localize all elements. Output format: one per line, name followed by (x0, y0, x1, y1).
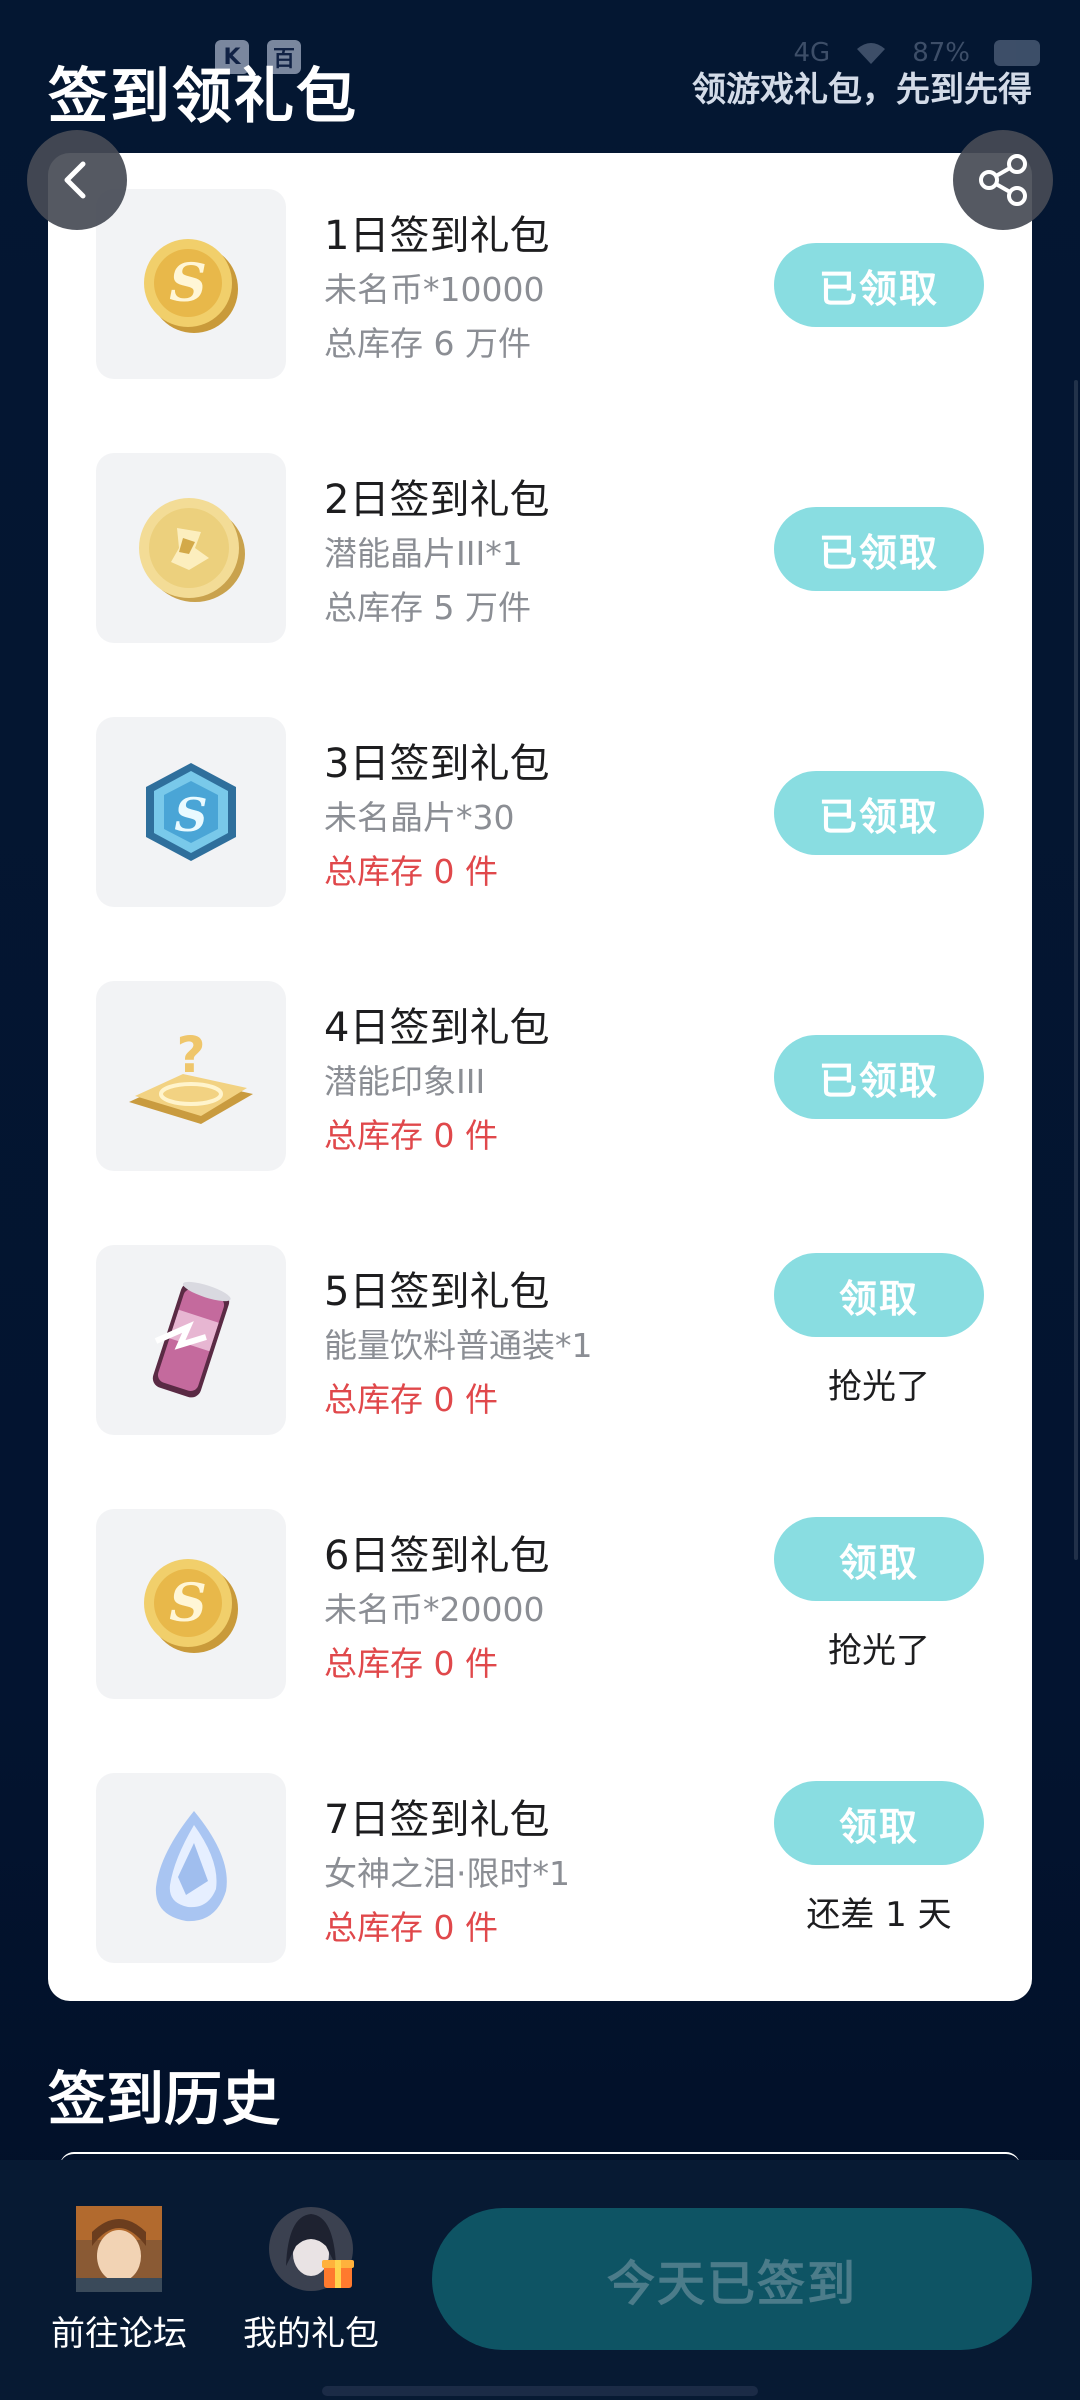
gift-row-day4: ? 4日签到礼包 潜能印象III 总库存 0 件 已领取 (48, 945, 1032, 1209)
gift-row-day6: S 6日签到礼包 未名币*20000 总库存 0 件 领取 抢光了 (48, 1473, 1032, 1737)
my-gifts-nav-button[interactable]: 我的礼包 (236, 2206, 386, 2355)
app-screen: K 百 4G 87% 签到领礼包 领游戏礼包，先到先得 S 1日签到礼包 未名币… (0, 0, 1080, 2400)
gift-title: 1日签到礼包 (324, 213, 550, 259)
gift-stock: 总库存 0 件 (324, 1908, 498, 1947)
gift-title: 3日签到礼包 (324, 741, 550, 787)
chevron-left-icon (64, 161, 86, 199)
claim-button[interactable]: 领取 (774, 1781, 984, 1865)
home-indicator[interactable] (322, 2386, 758, 2396)
svg-text:S: S (174, 788, 207, 842)
gift-note: 还差 1 天 (806, 1895, 952, 1935)
gift-content: 潜能晶片III*1 (324, 534, 523, 573)
gift-title: 6日签到礼包 (324, 1533, 550, 1579)
gift-row-day5: 5日签到礼包 能量饮料普通装*1 总库存 0 件 领取 抢光了 (48, 1209, 1032, 1473)
my-gifts-avatar-icon (268, 2206, 354, 2292)
scrollbar[interactable] (1074, 380, 1078, 1560)
gift-row-day3: S 3日签到礼包 未名晶片*30 总库存 0 件 已领取 (48, 681, 1032, 945)
my-gifts-label: 我的礼包 (243, 2314, 379, 2354)
gift-stock: 总库存 0 件 (324, 852, 498, 891)
gold-chip-coin-icon (139, 498, 245, 602)
page-title: 签到领礼包 (48, 62, 358, 132)
share-button[interactable] (953, 130, 1053, 230)
svg-text:?: ? (176, 1026, 205, 1084)
gift-stock: 总库存 0 件 (324, 1116, 498, 1155)
gift-title: 7日签到礼包 (324, 1797, 550, 1843)
svg-text:S: S (169, 253, 207, 314)
gift-note: 抢光了 (828, 1631, 930, 1671)
gift-title: 4日签到礼包 (324, 1005, 550, 1051)
gift-content: 能量饮料普通装*1 (324, 1326, 593, 1365)
gift-thumb: S (96, 717, 286, 907)
gift-stock: 总库存 6 万件 (324, 324, 531, 363)
forum-avatar-icon (76, 2206, 162, 2292)
gift-title: 2日签到礼包 (324, 477, 550, 523)
claimed-button[interactable]: 已领取 (774, 507, 984, 591)
crystal-tear-icon (155, 1811, 227, 1922)
gift-content: 潜能印象III (324, 1062, 486, 1101)
gift-row-day1: S 1日签到礼包 未名币*10000 总库存 6 万件 已领取 (48, 153, 1032, 417)
blue-hexagon-chip-icon: S (146, 763, 236, 861)
signed-today-button[interactable]: 今天已签到 (432, 2208, 1032, 2350)
gift-content: 未名晶片*30 (324, 798, 515, 837)
forum-label: 前往论坛 (51, 2314, 187, 2354)
gift-list-card: S 1日签到礼包 未名币*10000 总库存 6 万件 已领取 2日签到礼包 潜… (48, 153, 1032, 2001)
gift-thumb (96, 453, 286, 643)
claimed-button[interactable]: 已领取 (774, 771, 984, 855)
energy-drink-can-icon (152, 1281, 231, 1398)
page-subtitle: 领游戏礼包，先到先得 (692, 70, 1032, 110)
share-icon (979, 154, 1027, 206)
gold-coin-icon: S (144, 1559, 238, 1653)
gift-title: 5日签到礼包 (324, 1269, 550, 1315)
forum-nav-button[interactable]: 前往论坛 (44, 2206, 194, 2355)
gift-stock: 总库存 0 件 (324, 1644, 498, 1683)
gift-content: 未名币*20000 (324, 1590, 545, 1629)
claim-button[interactable]: 领取 (774, 1253, 984, 1337)
back-button[interactable] (27, 130, 127, 230)
claimed-button[interactable]: 已领取 (774, 243, 984, 327)
claim-button[interactable]: 领取 (774, 1517, 984, 1601)
gift-note: 抢光了 (828, 1367, 930, 1407)
gift-row-day2: 2日签到礼包 潜能晶片III*1 总库存 5 万件 已领取 (48, 417, 1032, 681)
gift-stock: 总库存 0 件 (324, 1380, 498, 1419)
gift-thumb: ? (96, 981, 286, 1171)
golden-question-plate-icon: ? (129, 1026, 253, 1124)
gift-thumb: S (96, 1509, 286, 1699)
svg-text:S: S (169, 1573, 207, 1634)
gift-thumb (96, 1773, 286, 1963)
gift-content: 未名币*10000 (324, 270, 545, 309)
gift-thumb: S (96, 189, 286, 379)
gift-stock: 总库存 5 万件 (324, 588, 531, 627)
gift-row-day7: 7日签到礼包 女神之泪·限时*1 总库存 0 件 领取 还差 1 天 (48, 1737, 1032, 2001)
claimed-button[interactable]: 已领取 (774, 1035, 984, 1119)
history-title: 签到历史 (48, 2065, 281, 2133)
gold-coin-icon: S (144, 239, 238, 333)
gift-content: 女神之泪·限时*1 (324, 1854, 570, 1893)
gift-thumb (96, 1245, 286, 1435)
bottom-bar: 前往论坛 我的礼包 今天已签到 (0, 2160, 1080, 2400)
